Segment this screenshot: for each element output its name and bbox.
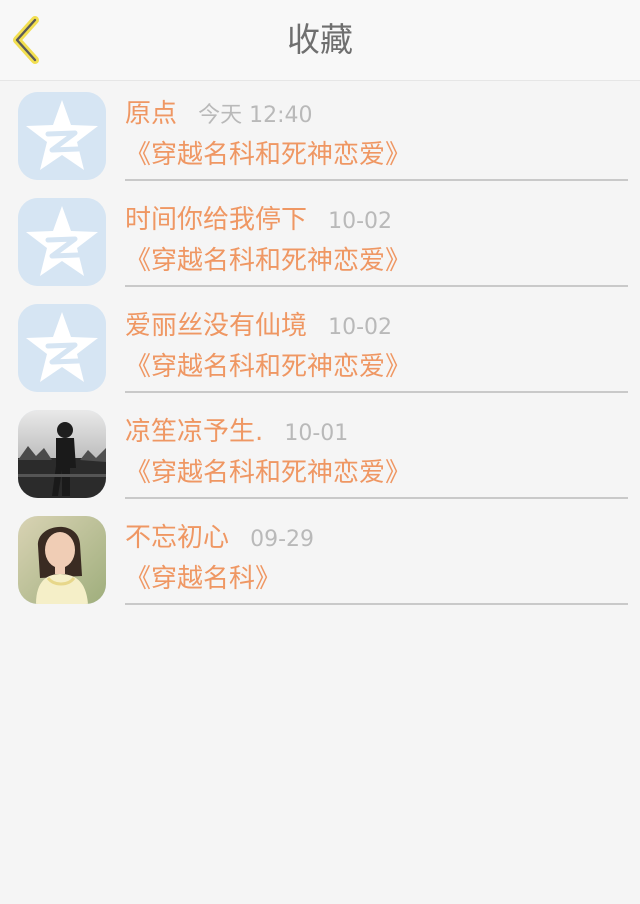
qzone-default-avatar-icon bbox=[18, 92, 106, 180]
avatar[interactable] bbox=[18, 304, 106, 392]
list-item[interactable]: 爱丽丝没有仙境 10-02 《穿越名科和死神恋爱》 bbox=[0, 293, 640, 399]
divider bbox=[125, 179, 628, 181]
user-name: 凉笙凉予生. bbox=[125, 417, 264, 447]
divider bbox=[125, 497, 628, 499]
timestamp: 10-02 bbox=[328, 315, 393, 340]
user-name: 不忘初心 bbox=[125, 523, 230, 553]
list-item[interactable]: 凉笙凉予生. 10-01 《穿越名科和死神恋爱》 bbox=[0, 399, 640, 505]
photo-avatar-woman-icon bbox=[18, 516, 106, 604]
book-title: 《穿越名科》 bbox=[125, 564, 282, 594]
qzone-default-avatar-icon bbox=[18, 304, 106, 392]
book-title: 《穿越名科和死神恋爱》 bbox=[125, 140, 412, 170]
book-title: 《穿越名科和死神恋爱》 bbox=[125, 246, 412, 276]
list-item[interactable]: 原点 今天 12:40 《穿越名科和死神恋爱》 bbox=[0, 81, 640, 187]
user-name: 原点 bbox=[125, 99, 178, 129]
timestamp: 09-29 bbox=[250, 527, 315, 552]
timestamp: 今天 12:40 bbox=[198, 103, 313, 128]
divider bbox=[125, 285, 628, 287]
avatar[interactable] bbox=[18, 198, 106, 286]
book-title: 《穿越名科和死神恋爱》 bbox=[125, 458, 412, 488]
book-title: 《穿越名科和死神恋爱》 bbox=[125, 352, 412, 382]
divider bbox=[125, 391, 628, 393]
divider bbox=[125, 603, 628, 605]
avatar[interactable] bbox=[18, 92, 106, 180]
favorites-list: 原点 今天 12:40 《穿越名科和死神恋爱》 时间你给我停下 10-02 《穿… bbox=[0, 81, 640, 611]
user-name: 时间你给我停下 bbox=[125, 205, 308, 235]
header-bar: 收藏 bbox=[0, 0, 640, 81]
user-name: 爱丽丝没有仙境 bbox=[125, 311, 308, 341]
timestamp: 10-01 bbox=[284, 421, 349, 446]
avatar[interactable] bbox=[18, 410, 106, 498]
list-item[interactable]: 时间你给我停下 10-02 《穿越名科和死神恋爱》 bbox=[0, 187, 640, 293]
timestamp: 10-02 bbox=[328, 209, 393, 234]
page-title: 收藏 bbox=[287, 20, 353, 59]
photo-avatar-man-icon bbox=[18, 410, 106, 498]
avatar[interactable] bbox=[18, 516, 106, 604]
list-item[interactable]: 不忘初心 09-29 《穿越名科》 bbox=[0, 505, 640, 611]
qzone-default-avatar-icon bbox=[18, 198, 106, 286]
